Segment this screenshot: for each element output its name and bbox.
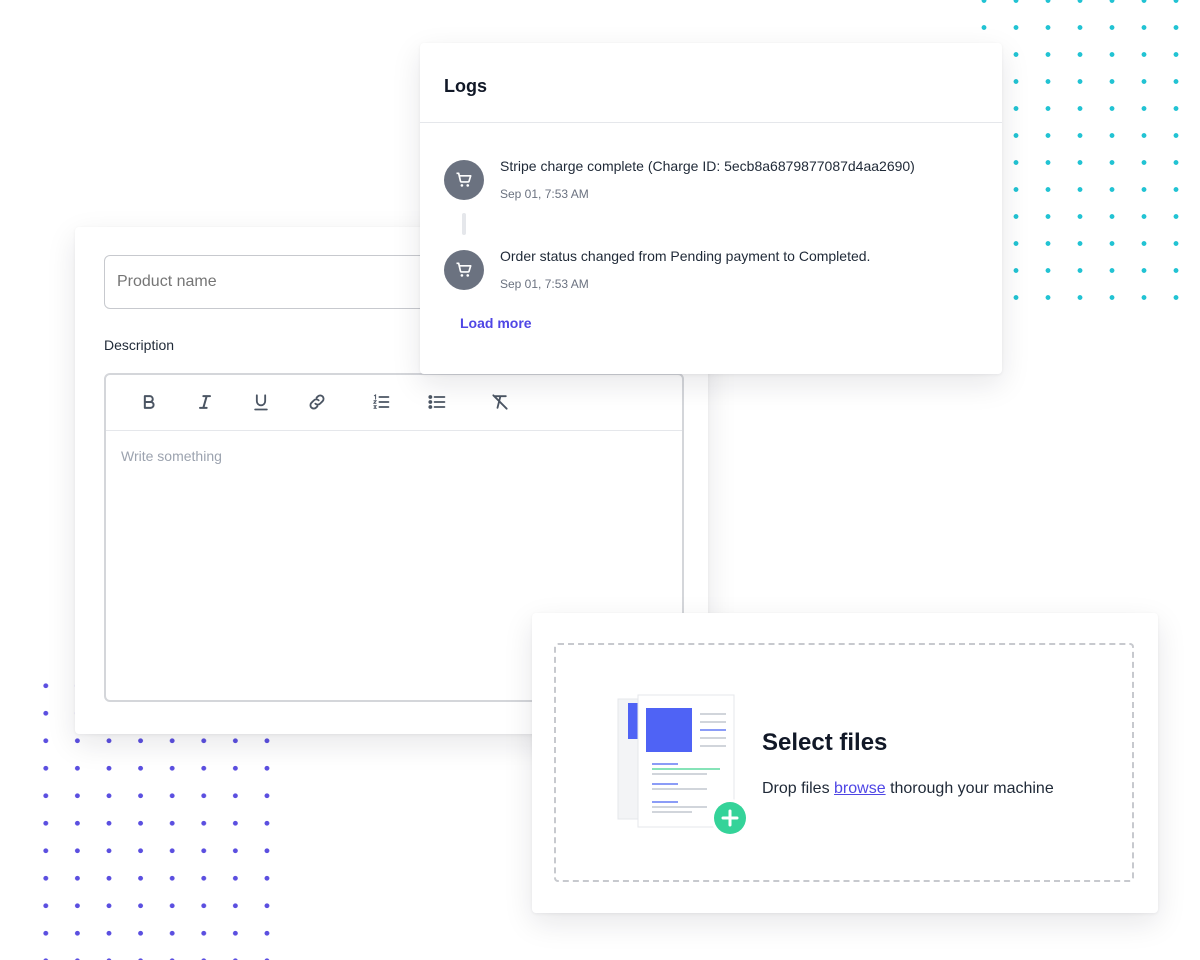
logs-card: Logs Stripe charge complete (Charge ID: … — [420, 43, 1002, 374]
upload-text-after: thorough your machine — [890, 780, 1054, 797]
log-entry-time: Sep 01, 7:53 AM — [500, 187, 589, 201]
log-entry-icon — [444, 250, 484, 290]
timeline-connector — [462, 213, 466, 235]
load-more-link[interactable]: Load more — [460, 315, 532, 331]
underline-button[interactable] — [247, 388, 275, 416]
browse-link[interactable]: browse — [834, 780, 886, 797]
description-label: Description — [104, 337, 175, 353]
italic-icon — [199, 395, 211, 409]
italic-button[interactable] — [191, 388, 219, 416]
clear-format-icon — [492, 394, 508, 410]
file-upload-card: Select files Drop files browse thorough … — [532, 613, 1158, 913]
cart-icon — [456, 172, 472, 187]
decorative-dot-grid-cyan — [968, 0, 1200, 310]
upload-instructions: Drop files browse thorough your machine — [762, 780, 1054, 798]
ordered-list-button[interactable] — [367, 388, 395, 416]
file-dropzone[interactable]: Select files Drop files browse thorough … — [554, 643, 1134, 882]
editor-body-placeholder[interactable]: Write something — [121, 448, 222, 464]
bullet-list-icon — [428, 395, 446, 409]
cart-icon — [456, 262, 472, 277]
logs-divider — [420, 122, 1002, 123]
upload-title: Select files — [762, 729, 888, 756]
bold-icon — [143, 395, 155, 409]
logs-title: Logs — [444, 76, 487, 96]
bold-button[interactable] — [135, 388, 163, 416]
upload-text-before: Drop files — [762, 780, 830, 797]
bullet-list-button[interactable] — [423, 388, 451, 416]
ordered-list-icon — [372, 393, 390, 409]
link-icon — [309, 394, 325, 410]
editor-toolbar — [106, 375, 682, 431]
file-add-icon — [617, 694, 749, 837]
log-entry-text: Order status changed from Pending paymen… — [500, 248, 871, 264]
log-entry-time: Sep 01, 7:53 AM — [500, 277, 589, 291]
link-button[interactable] — [303, 388, 331, 416]
clear-format-button[interactable] — [486, 388, 514, 416]
log-entry-text: Stripe charge complete (Charge ID: 5ecb8… — [500, 158, 915, 174]
underline-icon — [254, 394, 268, 411]
log-entry-icon — [444, 160, 484, 200]
